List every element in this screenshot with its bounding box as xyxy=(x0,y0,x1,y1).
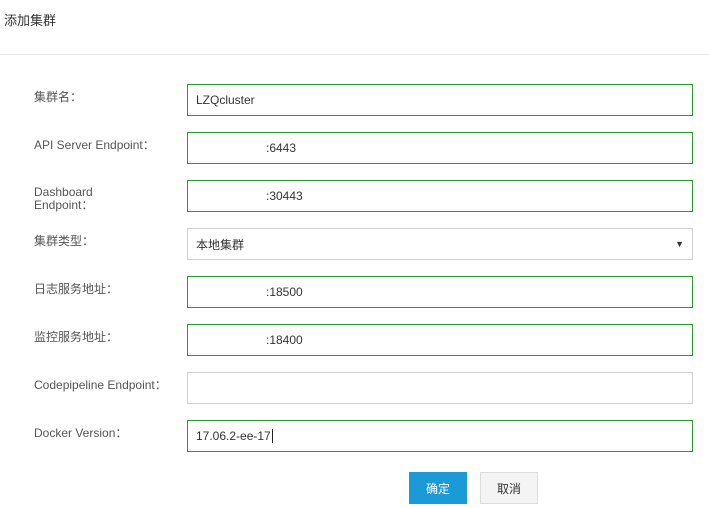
confirm-button[interactable]: 确定 xyxy=(409,472,467,504)
cluster-type-selected: 本地集群 xyxy=(196,237,245,252)
codepipeline-endpoint-label: Codepipeline Endpoint： xyxy=(34,378,167,392)
api-server-endpoint-label: API Server Endpoint： xyxy=(34,138,155,152)
log-service-label: 日志服务地址： xyxy=(34,282,119,296)
cluster-name-label: 集群名： xyxy=(34,90,83,104)
api-server-endpoint-input[interactable]: :6443 xyxy=(187,132,693,164)
codepipeline-endpoint-input[interactable] xyxy=(187,372,693,404)
dashboard-endpoint-value: :30443 xyxy=(266,189,303,203)
monitor-service-input[interactable]: :18400 xyxy=(187,324,693,356)
api-server-endpoint-value: :6443 xyxy=(266,141,297,155)
dashboard-endpoint-input[interactable]: :30443 xyxy=(187,180,693,212)
log-service-input[interactable]: :18500 xyxy=(187,276,693,308)
cluster-type-select[interactable]: 本地集群 ▼ xyxy=(187,228,693,260)
chevron-down-icon: ▼ xyxy=(675,239,684,249)
dialog-title: 添加集群 xyxy=(4,13,57,28)
log-service-value: :18500 xyxy=(266,285,303,299)
docker-version-value: 17.06.2-ee-17 xyxy=(196,429,271,443)
cancel-button[interactable]: 取消 xyxy=(480,472,538,504)
dashboard-endpoint-label: Dashboard Endpoint： xyxy=(34,186,93,212)
monitor-service-label: 监控服务地址： xyxy=(34,330,119,344)
cluster-name-input[interactable]: LZQcluster xyxy=(187,84,693,116)
cluster-type-label: 集群类型： xyxy=(34,234,95,248)
title-divider xyxy=(0,54,709,55)
docker-version-label: Docker Version： xyxy=(34,426,128,440)
dashboard-endpoint-label-line2: Endpoint： xyxy=(34,198,94,212)
docker-version-input[interactable]: 17.06.2-ee-17 xyxy=(187,420,693,452)
monitor-service-value: :18400 xyxy=(266,333,303,347)
text-cursor xyxy=(271,429,273,443)
cluster-name-value: LZQcluster xyxy=(196,93,255,107)
